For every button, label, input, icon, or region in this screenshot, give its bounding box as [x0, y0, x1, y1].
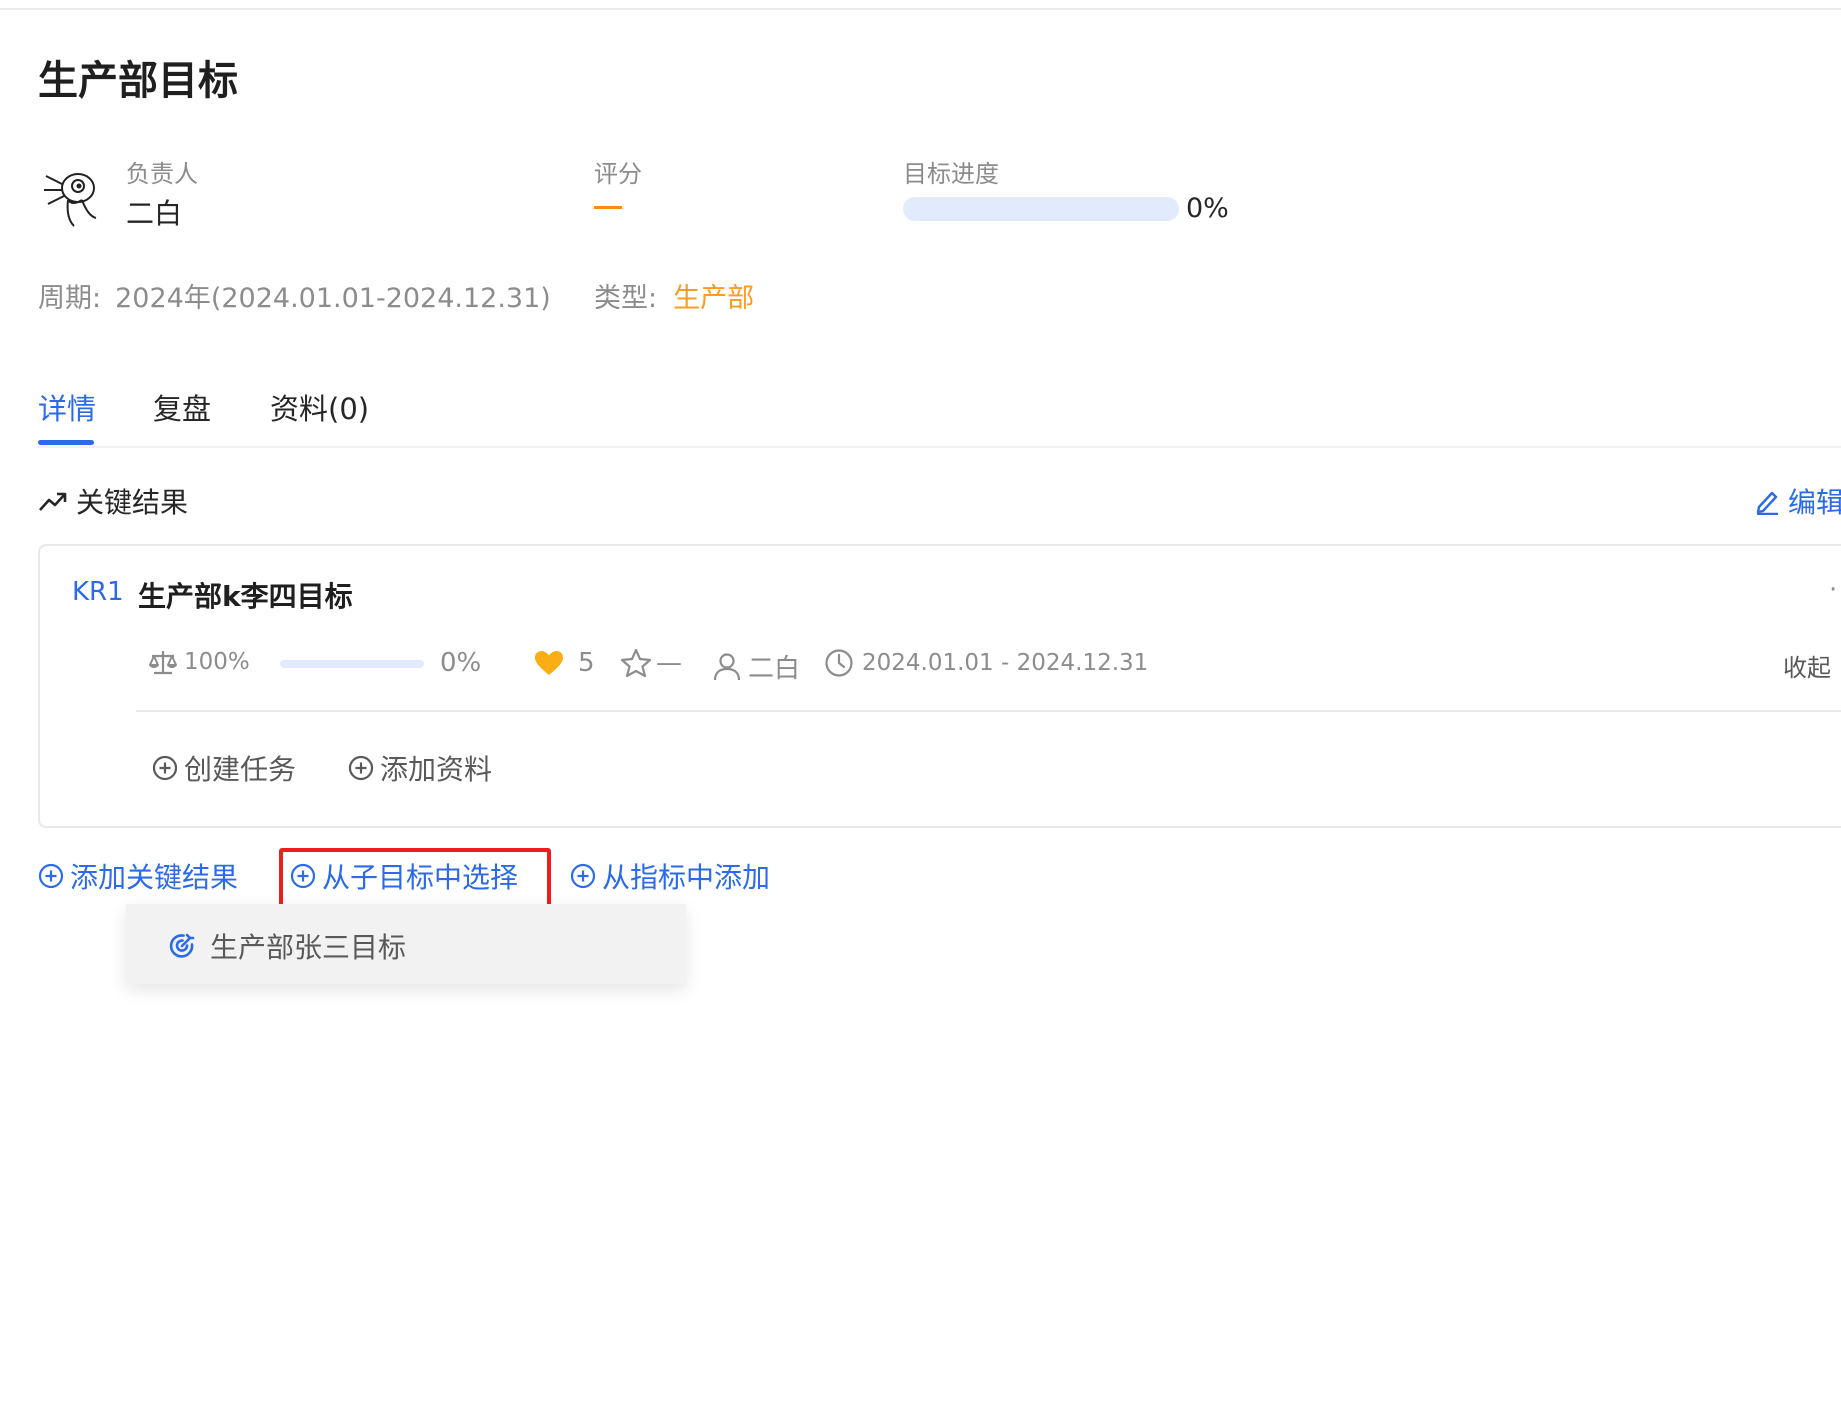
- kr-score-value: —: [656, 648, 682, 678]
- add-key-result-button[interactable]: 添加关键结果: [38, 856, 238, 896]
- create-task-label: 创建任务: [184, 753, 297, 786]
- add-key-result-label: 添加关键结果: [70, 861, 239, 894]
- plus-circle-icon: [570, 863, 596, 889]
- add-from-metrics-button[interactable]: 从指标中添加: [570, 856, 770, 896]
- tab-materials[interactable]: 资料(0): [270, 386, 369, 428]
- tab-review[interactable]: 复盘: [153, 386, 211, 428]
- kr-owner[interactable]: 二白: [712, 648, 800, 685]
- kr-tag: KR1: [72, 577, 124, 607]
- period-label: 周期:: [38, 283, 102, 314]
- tab-active-indicator: [38, 440, 94, 445]
- dropdown-item-label: 生产部张三目标: [210, 931, 407, 964]
- kr-progress-text: 0%: [440, 648, 482, 678]
- type: 类型: 生产部: [594, 276, 754, 315]
- create-task-button[interactable]: 创建任务: [152, 748, 296, 788]
- kr-weight: 100%: [148, 648, 250, 676]
- plus-circle-icon: [348, 755, 374, 781]
- kr-weight-value: 100%: [184, 649, 250, 675]
- type-label: 类型:: [594, 283, 658, 314]
- dropdown-item[interactable]: 生产部张三目标: [168, 926, 406, 966]
- tab-divider: [38, 446, 1841, 448]
- add-material-button[interactable]: 添加资料: [348, 748, 492, 788]
- kr-confidence-value: 5: [578, 648, 595, 678]
- edit-label: 编辑: [1788, 486, 1841, 519]
- page-title: 生产部目标: [38, 58, 238, 104]
- goal-progress-bar: [903, 197, 1179, 221]
- type-value: 生产部: [673, 283, 755, 314]
- edit-pen-icon: [1754, 487, 1780, 515]
- top-divider: [0, 8, 1841, 10]
- progress-label: 目标进度: [903, 160, 999, 188]
- trend-up-icon: [38, 489, 68, 513]
- period: 周期: 2024年(2024.01.01-2024.12.31): [38, 276, 551, 315]
- key-results-header: 关键结果: [38, 481, 188, 521]
- goal-progress-text: 0%: [1186, 193, 1229, 224]
- collapse-button[interactable]: 收起: [1783, 648, 1831, 683]
- plus-circle-icon: [38, 863, 64, 889]
- add-from-metrics-label: 从指标中添加: [602, 861, 771, 894]
- kr-date-value: 2024.01.01 - 2024.12.31: [862, 650, 1149, 676]
- edit-button[interactable]: 编辑: [1754, 481, 1841, 521]
- plus-circle-icon: [152, 755, 178, 781]
- kr-confidence[interactable]: 5: [534, 648, 595, 678]
- kr-date-range[interactable]: 2024.01.01 - 2024.12.31: [824, 648, 1148, 678]
- clock-icon: [824, 648, 854, 678]
- period-value: 2024年(2024.01.01-2024.12.31): [115, 283, 551, 314]
- add-material-label: 添加资料: [380, 753, 493, 786]
- kr-score[interactable]: —: [620, 648, 682, 678]
- kr-progress-bar: [280, 660, 424, 668]
- kr-owner-name: 二白: [748, 654, 801, 684]
- star-icon: [620, 648, 652, 678]
- kr-more-menu[interactable]: ·: [1829, 575, 1837, 605]
- user-icon: [712, 652, 742, 682]
- key-results-title: 关键结果: [76, 486, 189, 519]
- highlight-box: [279, 848, 551, 910]
- owner-name: 二白: [126, 197, 183, 230]
- score-label: 评分: [594, 160, 642, 188]
- heart-icon: [534, 650, 564, 676]
- balance-scale-icon: [148, 648, 178, 676]
- kr-divider: [136, 710, 1841, 712]
- tab-details[interactable]: 详情: [38, 386, 96, 428]
- score-empty-dash: [594, 206, 622, 209]
- owner-avatar: [38, 160, 108, 230]
- target-goal-icon: [168, 932, 196, 960]
- kr-title[interactable]: 生产部k李四目标: [138, 575, 353, 615]
- owner-label: 负责人: [126, 160, 198, 188]
